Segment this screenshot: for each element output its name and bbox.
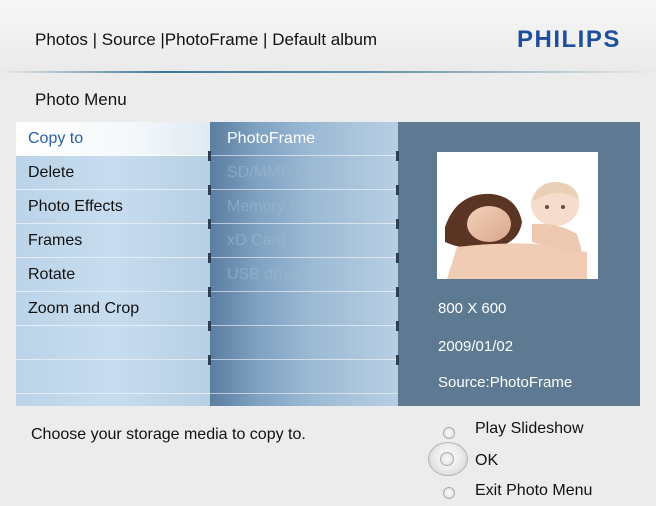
menu-item-empty (16, 326, 210, 360)
menu-item-label: Rotate (28, 266, 76, 283)
destination-item-photoframe[interactable]: PhotoFrame (210, 122, 398, 156)
page-title: Photo Menu (35, 90, 127, 109)
menu-item-copy-to[interactable]: Copy to (16, 122, 210, 156)
menu-item-empty (16, 360, 210, 394)
destination-item-label: PhotoFrame (227, 130, 316, 147)
photo-date: 2009/01/02 (438, 338, 514, 355)
play-slideshow-label[interactable]: Play Slideshow (475, 420, 584, 438)
photo-thumbnail (437, 152, 598, 279)
menu-item-rotate[interactable]: Rotate (16, 258, 210, 292)
brand-logo: PHILIPS (517, 26, 621, 53)
menu-item-label: Delete (28, 164, 75, 181)
photo-resolution: 800 X 600 (438, 300, 507, 317)
ok-label[interactable]: OK (475, 452, 498, 470)
subheader: Photo Menu (0, 76, 656, 122)
menu-item-label: Frames (28, 232, 83, 249)
photo-thumbnail-image (437, 152, 598, 279)
menu-item-frames[interactable]: Frames (16, 224, 210, 258)
photo-source: Source:PhotoFrame (438, 374, 573, 391)
menu-item-photo-effects[interactable]: Photo Effects (16, 190, 210, 224)
ok-button[interactable] (428, 442, 468, 476)
exit-dot-icon[interactable] (443, 487, 455, 499)
copy-destination-list: PhotoFrame SD/MMC Card Memory Stick xD C… (210, 122, 398, 406)
menu-item-delete[interactable]: Delete (16, 156, 210, 190)
destination-item-xd-card: xD Card (210, 224, 398, 258)
menu-item-label: Photo Effects (28, 198, 123, 215)
destination-item-label: USB drive (227, 266, 300, 283)
menu-item-label: Copy to (28, 130, 84, 147)
header-divider (0, 71, 656, 73)
destination-item-label: xD Card (227, 232, 286, 249)
destination-item-label: Memory Stick (227, 198, 324, 215)
destination-item-sd-mmc-card: SD/MMC Card (210, 156, 398, 190)
breadcrumb: Photos | Source |PhotoFrame | Default al… (35, 30, 378, 49)
destination-item-usb-drive: USB drive (210, 258, 398, 292)
footer-hint: Choose your storage media to copy to. (31, 426, 306, 443)
photo-menu-list: Copy to Delete Photo Effects Frames Rota… (16, 122, 210, 406)
destination-item-memory-stick: Memory Stick (210, 190, 398, 224)
destination-item-empty (210, 292, 398, 326)
destination-item-empty (210, 360, 398, 394)
play-slideshow-dot-icon[interactable] (443, 427, 455, 439)
header: Photos | Source |PhotoFrame | Default al… (0, 0, 656, 72)
menu-item-label: Zoom and Crop (28, 300, 140, 317)
destination-item-label: SD/MMC Card (227, 164, 332, 181)
ok-dot-icon (440, 452, 454, 466)
menu-item-zoom-and-crop[interactable]: Zoom and Crop (16, 292, 210, 326)
exit-photo-menu-label[interactable]: Exit Photo Menu (475, 482, 592, 500)
destination-item-empty (210, 326, 398, 360)
